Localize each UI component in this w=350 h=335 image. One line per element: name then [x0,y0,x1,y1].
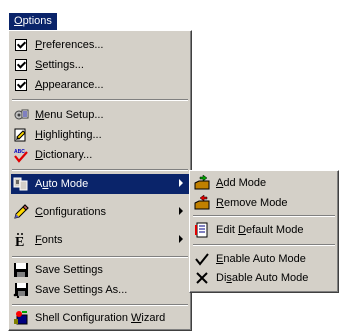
menu-separator [12,256,188,258]
options-menu-title[interactable]: Options [9,13,57,30]
menu-separator [12,169,188,171]
svg-text:E: E [15,235,24,248]
submenu-arrow-icon [179,235,183,243]
submenu-item-add-mode[interactable]: Add Mode [192,173,336,193]
edit-document-icon [194,222,210,238]
x-icon [194,270,210,286]
menu-item-save-settings[interactable]: Save Settings [11,260,189,280]
menu-item-highlighting[interactable]: Highlighting... [11,125,189,145]
checkbox-icon [13,57,29,73]
submenu-item-edit-default-mode[interactable]: Edit Default Mode [192,220,336,240]
submenu-item-disable-auto-mode[interactable]: Disable Auto Mode [192,268,336,288]
font-icon: E [13,232,29,248]
add-mode-icon [194,175,210,191]
menu-item-fonts[interactable]: E Fonts [11,230,189,250]
submenu-item-enable-auto-mode[interactable]: Enable Auto Mode [192,249,336,269]
submenu-item-remove-mode[interactable]: Remove Mode [192,193,336,213]
checkbox-icon [13,37,29,53]
svg-text:ABC: ABC [14,149,25,155]
auto-mode-icon [13,176,29,192]
menu-item-configurations[interactable]: Configurations [11,202,189,222]
menu-item-appearance[interactable]: Appearance... [11,75,189,95]
submenu-arrow-icon [179,207,183,215]
menu-item-shell-configuration-wizard[interactable]: Shell Configuration Wizard [11,308,189,328]
options-dropdown-menu: Preferences... Settings... Appearance...… [8,30,192,331]
menu-separator [12,304,188,306]
menu-item-save-settings-as[interactable]: Save Settings As... [11,280,189,300]
menu-item-auto-mode[interactable]: Auto Mode [11,174,189,194]
menu-item-dictionary[interactable]: ABC Dictionary... [11,145,189,165]
wizard-icon [13,310,29,326]
menu-separator [12,99,188,101]
floppy-icon [13,262,29,278]
menu-setup-icon [13,107,29,123]
remove-mode-icon [194,195,210,211]
auto-mode-submenu: Add Mode Remove Mode Edit Default Mode E… [189,170,339,293]
pencil-icon [13,204,29,220]
menu-item-menu-setup[interactable]: Menu Setup... [11,105,189,125]
menu-item-preferences[interactable]: Preferences... [11,35,189,55]
highlighting-icon [13,127,29,143]
menu-separator [193,215,335,217]
menu-separator [193,244,335,246]
submenu-arrow-icon [179,179,183,187]
floppy-as-icon [13,282,29,298]
checkbox-icon [13,77,29,93]
spellcheck-icon: ABC [13,147,29,163]
check-icon [194,251,210,267]
menu-item-settings[interactable]: Settings... [11,55,189,75]
